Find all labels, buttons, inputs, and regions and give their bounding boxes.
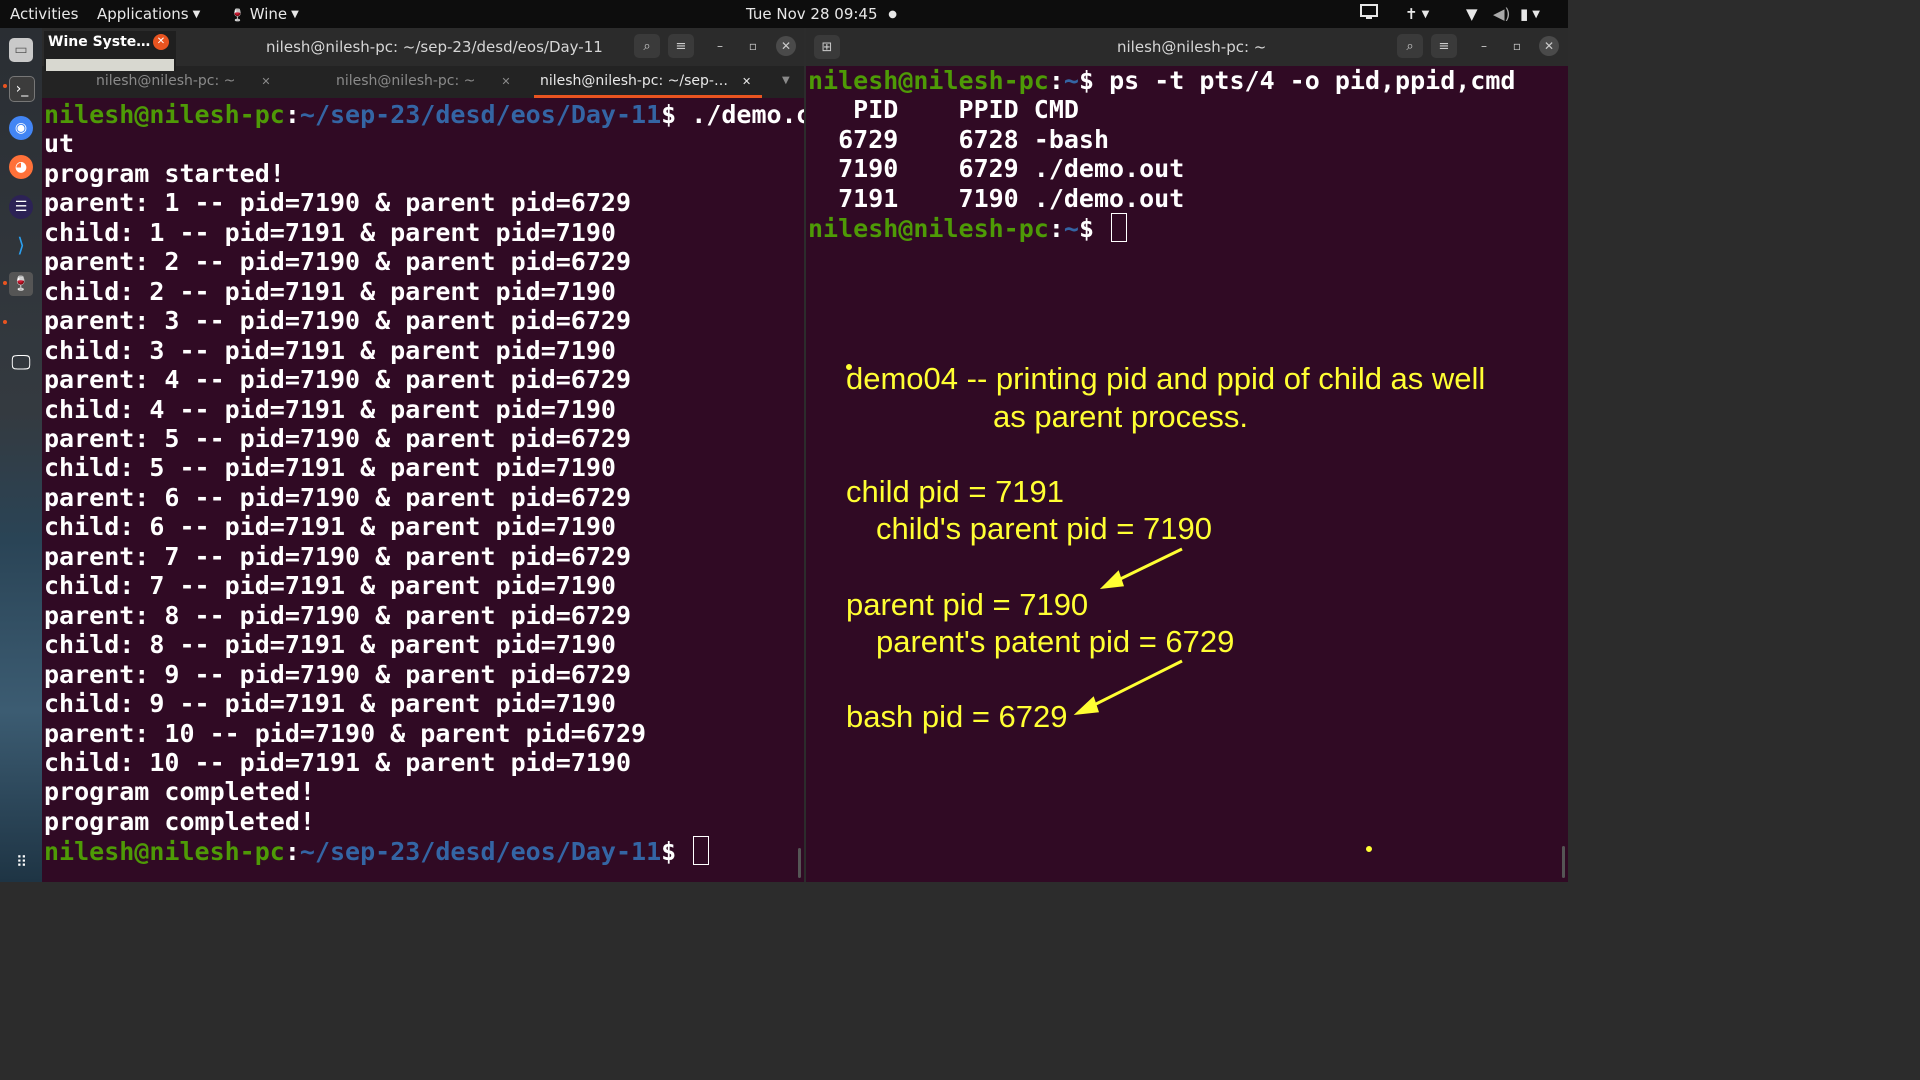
output-line: parent: 6 -- pid=7190 & parent pid=6729: [44, 482, 631, 512]
arrow-line: [1085, 659, 1183, 711]
output-line: program completed!: [44, 777, 315, 807]
wine-label: Wine: [249, 5, 288, 23]
output-line: child: 6 -- pid=7191 & parent pid=7190: [44, 512, 616, 542]
wine-menu[interactable]: 🍷 Wine ▼: [230, 5, 299, 23]
output-line: child: 4 -- pid=7191 & parent pid=7190: [44, 394, 616, 424]
vscode-icon[interactable]: ⟩: [9, 233, 33, 257]
window-thumbnail: [46, 59, 174, 71]
terminal-icon[interactable]: ›_: [9, 76, 35, 102]
chevron-down-icon: ▼: [192, 9, 201, 20]
applications-label: Applications: [97, 5, 189, 23]
output-line: parent: 3 -- pid=7190 & parent pid=6729: [44, 306, 631, 336]
wine-window-preview[interactable]: Wine Syste… ✕: [44, 31, 176, 71]
final-prompt-line: nilesh@nilesh-pc:~/sep-23/desd/eos/Day-1…: [44, 836, 804, 866]
minimize-button[interactable]: –: [710, 36, 730, 56]
window-title: nilesh@nilesh-pc: ~/sep-23/desd/eos/Day-…: [266, 38, 603, 56]
prompt-symbol: $: [661, 837, 692, 867]
output-line: parent: 1 -- pid=7190 & parent pid=6729: [44, 188, 631, 218]
output-line: child: 8 -- pid=7191 & parent pid=7190: [44, 630, 616, 660]
top-bar: Activities Applications ▼ 🍷 Wine ▼ Tue Nov…: [0, 0, 1568, 28]
show-apps-grid-icon[interactable]: ⠿: [9, 850, 33, 874]
clock[interactable]: Tue Nov 28 09:45 ●: [746, 5, 897, 23]
output-line: parent: 8 -- pid=7190 & parent pid=6729: [44, 600, 631, 630]
output-line: child: 5 -- pid=7191 & parent pid=7190: [44, 453, 616, 483]
chrome-icon[interactable]: ◉: [9, 116, 33, 140]
maximize-button[interactable]: ▫: [743, 36, 763, 56]
tab-label: nilesh@nilesh-pc: ~/sep-…: [540, 73, 728, 89]
scrollbar[interactable]: [798, 848, 801, 878]
search-icon[interactable]: ⌕: [634, 34, 660, 58]
accessibility-icon[interactable]: ✝ ▼: [1405, 5, 1429, 23]
prompt-user: nilesh@nilesh-pc: [44, 100, 285, 129]
tab-2[interactable]: nilesh@nilesh-pc: ~ ✕: [336, 66, 511, 98]
tab-overflow-chevron-icon[interactable]: ▼: [782, 66, 790, 98]
output-line: program completed!: [44, 806, 315, 836]
text-cursor: [693, 836, 710, 866]
prompt-path: ~/sep-23/desd/eos/Day-11: [299, 837, 662, 867]
monitor-icon[interactable]: 🖵: [9, 350, 33, 374]
output-line: parent: 7 -- pid=7190 & parent pid=6729: [44, 541, 631, 571]
output-line: parent: 4 -- pid=7190 & parent pid=6729: [44, 365, 631, 395]
terminal-output[interactable]: nilesh@nilesh-pc:~/sep-23/desd/eos/Day-1…: [44, 100, 804, 867]
firefox-icon[interactable]: ◕: [9, 155, 33, 179]
chevron-down-icon: ▼: [291, 9, 299, 20]
prompt-symbol: $: [661, 100, 677, 129]
annotation-arrows: [846, 364, 1372, 852]
output-line: child: 3 -- pid=7191 & parent pid=7190: [44, 335, 616, 365]
files-icon[interactable]: ▭: [9, 38, 33, 62]
screen-icon[interactable]: [1360, 4, 1378, 24]
command-wrap: ut: [44, 129, 75, 159]
wine-glass-icon[interactable]: 🍷: [9, 272, 33, 296]
battery-icon[interactable]: ▮ ▼: [1520, 5, 1540, 23]
scrollbar[interactable]: [1562, 846, 1565, 878]
notification-dot-icon: ●: [888, 9, 898, 20]
arrow-head: [1073, 696, 1100, 715]
output-line: child: 9 -- pid=7191 & parent pid=7190: [44, 689, 616, 719]
prompt-path: ~/sep-23/desd/eos/Day-11: [299, 100, 662, 129]
output-line: child: 1 -- pid=7191 & parent pid=7190: [44, 217, 616, 247]
eclipse-icon[interactable]: ☰: [9, 195, 33, 219]
prompt-user: nilesh@nilesh-pc: [44, 837, 285, 867]
right-terminal-window: ⊞ nilesh@nilesh-pc: ~ ⌕ ≡ – ▫ ✕ nilesh@n…: [806, 28, 1568, 882]
output-line: parent: 10 -- pid=7190 & parent pid=6729: [44, 718, 647, 748]
menu-icon[interactable]: ≡: [668, 34, 694, 58]
wine-glass-icon: 🍷: [230, 8, 245, 22]
output-line: child: 7 -- pid=7191 & parent pid=7190: [44, 571, 616, 601]
prompt-line: nilesh@nilesh-pc:~/sep-23/desd/eos/Day-1…: [44, 100, 804, 129]
wine-window-title: Wine Syste…: [48, 34, 151, 50]
output-line: parent: 2 -- pid=7190 & parent pid=6729: [44, 247, 631, 277]
running-indicator: [3, 281, 7, 285]
close-icon[interactable]: ✕: [153, 34, 169, 50]
close-icon[interactable]: ✕: [742, 75, 751, 88]
command-text: ./demo.o: [676, 100, 804, 129]
tab-3[interactable]: nilesh@nilesh-pc: ~/sep-… ✕: [534, 66, 762, 98]
output-line: child: 2 -- pid=7191 & parent pid=7190: [44, 276, 616, 306]
close-button[interactable]: ✕: [776, 36, 796, 56]
left-terminal-window: ⊞ nilesh@nilesh-pc: ~/sep-23/desd/eos/Da…: [42, 28, 804, 882]
volume-icon[interactable]: ◀): [1493, 5, 1510, 23]
output-line: parent: 9 -- pid=7190 & parent pid=6729: [44, 659, 631, 689]
output-line: parent: 5 -- pid=7190 & parent pid=6729: [44, 423, 631, 453]
annotation-dot: [1366, 846, 1372, 852]
arrow-head: [1099, 570, 1125, 589]
running-indicator: [3, 320, 7, 324]
chevron-down-icon: ▼: [1532, 9, 1540, 20]
applications-menu[interactable]: Applications ▼: [97, 5, 200, 23]
output-line: program started!: [44, 158, 285, 188]
clock-label: Tue Nov 28 09:45: [746, 5, 878, 23]
chevron-down-icon: ▼: [1421, 9, 1430, 20]
running-indicator: [3, 84, 7, 88]
close-icon[interactable]: ✕: [501, 75, 510, 88]
activities-button[interactable]: Activities: [10, 5, 78, 23]
annotation-dot: [846, 364, 852, 370]
tab-label: nilesh@nilesh-pc: ~: [96, 73, 236, 89]
tab-label: nilesh@nilesh-pc: ~: [336, 73, 476, 89]
close-icon[interactable]: ✕: [261, 75, 270, 88]
wifi-icon[interactable]: ▼: [1466, 5, 1478, 23]
dock: ▭ ›_ ◉ ◕ ☰ ⟩ 🍷 🖵 ⠿: [0, 28, 42, 882]
program-output: program started! parent: 1 -- pid=7190 & …: [44, 159, 804, 836]
output-line: child: 10 -- pid=7191 & parent pid=7190: [44, 747, 631, 777]
